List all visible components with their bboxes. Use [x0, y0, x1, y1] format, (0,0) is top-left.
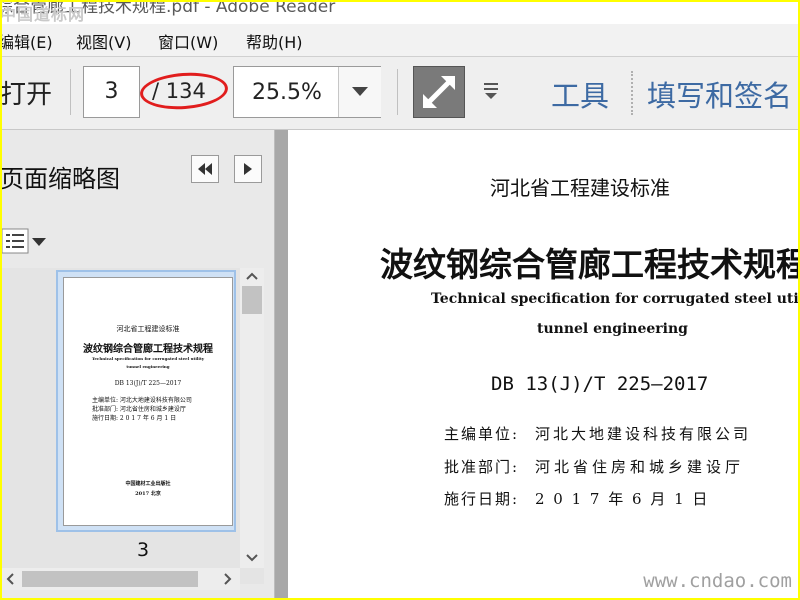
toolbar-divider — [397, 69, 398, 115]
doc-approver-label: 批准部门: — [444, 458, 520, 476]
menu-view[interactable]: 视图(V) — [76, 29, 131, 53]
full-screen-button[interactable] — [413, 66, 465, 118]
vertical-scroll-thumb[interactable] — [242, 286, 262, 314]
scroll-down-icon[interactable] — [246, 554, 258, 562]
scroll-left-icon[interactable] — [6, 573, 14, 585]
zoom-value: 25.5% — [252, 80, 322, 105]
open-button[interactable]: 打开 — [2, 74, 52, 111]
thumbnail-list: 河北省工程建设标准 波纹钢综合管廊工程技术规程 Technical specif… — [2, 268, 264, 584]
document-page: 河北省工程建设标准 波纹钢综合管廊工程技术规程 Technical specif… — [288, 130, 798, 598]
more-options-icon[interactable] — [483, 81, 499, 101]
horizontal-scroll-thumb[interactable] — [22, 571, 198, 587]
fill-sign-button[interactable]: 填写和签名 — [647, 73, 792, 115]
doc-header: 河北省工程建设标准 — [490, 176, 670, 200]
document-viewport[interactable]: 河北省工程建设标准 波纹钢综合管廊工程技术规程 Technical specif… — [275, 130, 798, 598]
chevron-right-icon — [244, 163, 252, 175]
zoom-dropdown-button[interactable] — [338, 67, 381, 117]
next-panel-button[interactable] — [234, 155, 262, 183]
title-bar: 综合管廊工程技术规程.pdf - Adobe Reader 中国道标网 — [2, 2, 798, 24]
scroll-right-icon[interactable] — [224, 573, 232, 585]
tools-button[interactable]: 工具 — [551, 73, 609, 115]
thumbnail-panel: 页面缩略图 河北省工程建设标准 波纹钢综合管廊工程技术规程 Technical … — [2, 130, 275, 598]
doc-editor-value: 河北大地建设科技有限公司 — [535, 425, 752, 443]
thumb-header: 河北省工程建设标准 — [116, 325, 180, 333]
thumbnail-options-icon[interactable] — [2, 227, 50, 255]
thumb-year-city: 2017 北京 — [135, 491, 161, 497]
thumb-publisher: 中国建材工业出版社 — [125, 481, 171, 487]
thumbnail-page-label: 3 — [137, 539, 150, 561]
site-watermark: 中国道标网 — [2, 5, 86, 24]
thumb-subtitle-2: tunnel engineering — [126, 364, 170, 369]
doc-date-value: 2 0 1 7 年 6 月 1 日 — [535, 490, 710, 508]
expand-arrows-icon — [423, 76, 455, 108]
doc-approver-value: 河北省住房和城乡建设厅 — [535, 458, 745, 476]
toolbar: 打开 3 / 134 25.5% 工具 填写和签名 — [2, 57, 798, 130]
annotation-circle — [138, 69, 230, 113]
doc-date-label: 施行日期: — [444, 490, 520, 508]
thumb-title: 波纹钢综合管廊工程技术规程 — [83, 344, 213, 355]
menu-help[interactable]: 帮助(H) — [246, 29, 303, 53]
page-number-input[interactable]: 3 — [83, 66, 140, 118]
zoom-select[interactable]: 25.5% — [233, 66, 381, 118]
doc-standard-code: DB 13(J)/T 225—2017 — [491, 373, 709, 395]
toolbar-divider — [70, 69, 71, 115]
page-thumbnail[interactable]: 河北省工程建设标准 波纹钢综合管廊工程技术规程 Technical specif… — [63, 277, 233, 526]
thumb-approver: 批准部门: 河北省住房和城乡建设厅 — [92, 406, 186, 413]
thumbnail-horizontal-scrollbar[interactable] — [2, 568, 240, 590]
thumb-code: DB 13(J)/T 225—2017 — [114, 380, 182, 387]
menu-bar: 编辑(E) 视图(V) 窗口(W) 帮助(H) — [2, 24, 798, 57]
menu-edit[interactable]: 编辑(E) — [2, 29, 53, 53]
doc-subtitle-line-1: Technical specification for corrugated s… — [431, 291, 798, 307]
thumb-date: 施行日期: 2 0 1 7 年 6 月 1 日 — [92, 415, 177, 422]
toolbar-dotted-divider — [631, 71, 633, 115]
double-chevron-left-icon — [198, 163, 212, 175]
doc-editor-label: 主编单位: — [444, 425, 520, 443]
thumb-subtitle-1: Technical specification for corrugated s… — [91, 356, 205, 361]
scroll-up-icon[interactable] — [246, 272, 258, 280]
app-window: 综合管廊工程技术规程.pdf - Adobe Reader 中国道标网 编辑(E… — [2, 2, 798, 598]
panel-title: 页面缩略图 — [2, 165, 120, 193]
chevron-down-icon — [352, 87, 368, 96]
doc-title: 波纹钢综合管廊工程技术规程 — [380, 245, 798, 284]
thumb-editor: 主编单位: 河北大地建设科技有限公司 — [92, 397, 192, 404]
collapse-panel-button[interactable] — [191, 155, 219, 183]
site-url-watermark: www.cndao.com — [643, 570, 792, 592]
doc-subtitle-line-2: tunnel engineering — [537, 321, 688, 337]
thumbnail-vertical-scrollbar[interactable] — [240, 268, 264, 568]
menu-window[interactable]: 窗口(W) — [158, 29, 218, 53]
